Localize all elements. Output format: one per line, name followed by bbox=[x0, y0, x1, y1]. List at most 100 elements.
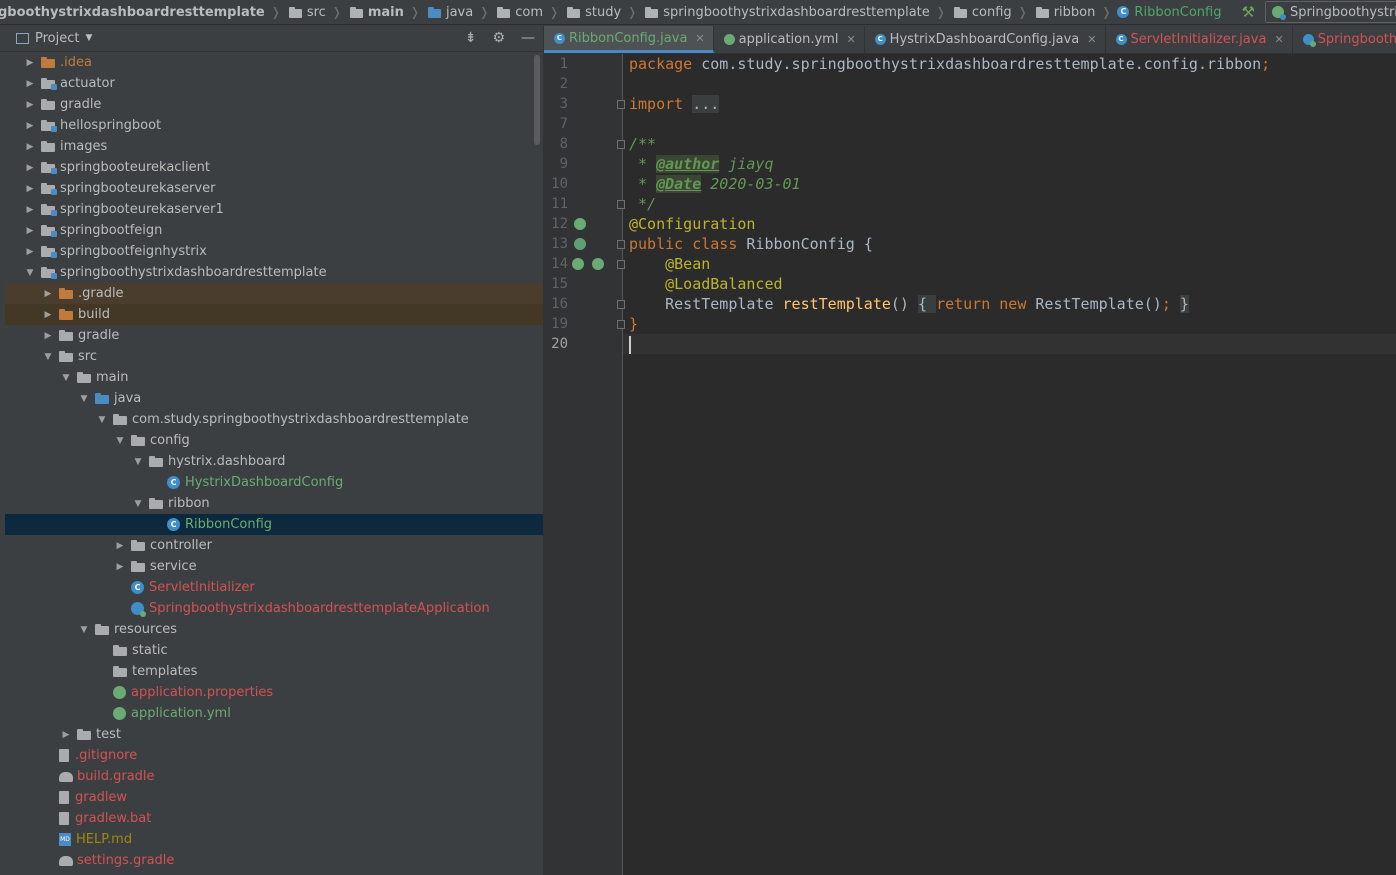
code-line[interactable]: public class RibbonConfig { bbox=[629, 234, 1396, 254]
collapsed-arrow-icon[interactable]: ▶ bbox=[23, 247, 37, 257]
expanded-arrow-icon[interactable]: ▼ bbox=[41, 352, 55, 362]
collapsed-arrow-icon[interactable]: ▶ bbox=[59, 730, 73, 740]
gear-icon[interactable]: ⚙ bbox=[492, 30, 505, 46]
expanded-arrow-icon[interactable]: ▼ bbox=[77, 625, 91, 635]
tree-item[interactable]: gradlew.bat bbox=[5, 808, 543, 829]
tree-item[interactable]: templates bbox=[5, 661, 543, 682]
fold-toggle-icon[interactable] bbox=[617, 300, 625, 309]
tree-item[interactable]: ▼ config bbox=[5, 430, 543, 451]
collapsed-arrow-icon[interactable]: ▶ bbox=[41, 310, 55, 320]
tree-item[interactable]: ▶ images bbox=[5, 136, 543, 157]
expanded-arrow-icon[interactable]: ▼ bbox=[113, 436, 127, 446]
tree-item[interactable]: ▶ actuator bbox=[5, 73, 543, 94]
collapsed-arrow-icon[interactable]: ▶ bbox=[23, 205, 37, 215]
expanded-arrow-icon[interactable]: ▼ bbox=[77, 394, 91, 404]
collapsed-arrow-icon[interactable]: ▶ bbox=[41, 331, 55, 341]
editor-tab[interactable]: C RibbonConfig.java ✕ bbox=[544, 26, 714, 53]
editor-tab[interactable]: application.yml ✕ bbox=[714, 26, 865, 53]
tree-item[interactable]: ▶ springbootfeignhystrix bbox=[5, 241, 543, 262]
fold-toggle-icon[interactable] bbox=[617, 200, 625, 209]
tree-item[interactable]: gradlew bbox=[5, 787, 543, 808]
code-line[interactable]: @Bean bbox=[629, 254, 1396, 274]
close-tab-icon[interactable]: ✕ bbox=[1087, 33, 1096, 46]
minimize-icon[interactable]: — bbox=[521, 30, 535, 46]
spring-bean-gutter-icon[interactable] bbox=[574, 218, 586, 230]
expanded-arrow-icon[interactable]: ▼ bbox=[131, 499, 145, 509]
tree-item[interactable]: ▼ java bbox=[5, 388, 543, 409]
code-line[interactable]: @Configuration bbox=[629, 214, 1396, 234]
tree-item[interactable]: application.properties bbox=[5, 682, 543, 703]
breadcrumb-item[interactable]: ❭ java bbox=[404, 0, 473, 24]
project-view-selector[interactable]: Project bbox=[35, 31, 79, 46]
tree-item[interactable]: ▼ hystrix.dashboard bbox=[5, 451, 543, 472]
expanded-arrow-icon[interactable]: ▼ bbox=[131, 457, 145, 467]
run-configuration-selector[interactable]: SpringboothystrixdashboardresttemplateAp… bbox=[1264, 1, 1396, 23]
breadcrumb-item[interactable]: ❭ config bbox=[930, 0, 1012, 24]
code-line[interactable]: } bbox=[629, 314, 1396, 334]
collapsed-arrow-icon[interactable]: ▶ bbox=[23, 184, 37, 194]
code-line[interactable]: RestTemplate restTemplate() { return new… bbox=[629, 294, 1396, 314]
tree-item[interactable]: C RibbonConfig bbox=[5, 514, 543, 535]
tree-item[interactable]: ▶ controller bbox=[5, 535, 543, 556]
tree-item[interactable]: MD HELP.md bbox=[5, 829, 543, 850]
close-tab-icon[interactable]: ✕ bbox=[846, 33, 855, 46]
collapsed-arrow-icon[interactable]: ▶ bbox=[113, 562, 127, 572]
tree-item[interactable]: ▶ .idea bbox=[5, 52, 543, 73]
tree-item[interactable]: ▶ test bbox=[5, 724, 543, 745]
editor-tab[interactable]: C ServletInitializer.java ✕ bbox=[1106, 26, 1293, 53]
tree-item[interactable]: ▼ src bbox=[5, 346, 543, 367]
close-tab-icon[interactable]: ✕ bbox=[695, 32, 704, 45]
collapsed-arrow-icon[interactable]: ▶ bbox=[23, 121, 37, 131]
collapsed-arrow-icon[interactable]: ▶ bbox=[113, 541, 127, 551]
expanded-arrow-icon[interactable]: ▼ bbox=[23, 268, 37, 278]
breadcrumb-item[interactable]: ❭ C RibbonConfig bbox=[1095, 0, 1221, 24]
breadcrumb-item[interactable]: ❭ main bbox=[326, 0, 404, 24]
code-line[interactable] bbox=[623, 334, 1396, 354]
tree-item[interactable]: ▶ springbooteurekaserver1 bbox=[5, 199, 543, 220]
tree-item[interactable]: ▶ build bbox=[5, 304, 543, 325]
tree-item[interactable]: build.gradle bbox=[5, 766, 543, 787]
tree-item[interactable]: C HystrixDashboardConfig bbox=[5, 472, 543, 493]
expanded-arrow-icon[interactable]: ▼ bbox=[95, 415, 109, 425]
tree-item[interactable]: ▶ gradle bbox=[5, 325, 543, 346]
breadcrumb-item[interactable]: ❭ study bbox=[543, 0, 621, 24]
fold-toggle-icon[interactable] bbox=[617, 260, 625, 269]
collapsed-arrow-icon[interactable]: ▶ bbox=[23, 226, 37, 236]
code-line[interactable]: import ... bbox=[629, 94, 1396, 114]
tree-item[interactable]: ▶ hellospringboot bbox=[5, 115, 543, 136]
editor-tab[interactable]: Springboothystrixdashbo bbox=[1293, 26, 1396, 53]
code-line[interactable]: * @Date 2020-03-01 bbox=[629, 174, 1396, 194]
tree-item[interactable]: ▼ com.study.springboothystrixdashboardres… bbox=[5, 409, 543, 430]
collapsed-arrow-icon[interactable]: ▶ bbox=[23, 100, 37, 110]
fold-toggle-icon[interactable] bbox=[617, 100, 625, 109]
editor-tab[interactable]: C HystrixDashboardConfig.java ✕ bbox=[865, 26, 1106, 53]
code-editor[interactable]: 1 2 3 7 8 9 10 11 12 13 14 15 16 19 20 package com.stu… bbox=[544, 54, 1396, 875]
collapsed-arrow-icon[interactable]: ▶ bbox=[23, 142, 37, 152]
code-line[interactable]: package com.study.springboothystrixdashb… bbox=[629, 54, 1396, 74]
tree-item[interactable]: ▶ service bbox=[5, 556, 543, 577]
collapse-all-icon[interactable]: ⇟ bbox=[465, 30, 477, 46]
fold-toggle-icon[interactable] bbox=[617, 240, 625, 249]
tree-item[interactable]: ▼ ribbon bbox=[5, 493, 543, 514]
breadcrumb-item[interactable]: gboothystrixdashboardresttemplate bbox=[0, 0, 265, 24]
breadcrumb-item[interactable]: ❭ springboothystrixdashboardresttemplate bbox=[621, 0, 930, 24]
spring-bean-gutter-icon[interactable] bbox=[592, 258, 604, 270]
code-line[interactable]: @LoadBalanced bbox=[629, 274, 1396, 294]
tree-item[interactable]: ▶ .gradle bbox=[5, 283, 543, 304]
code-line[interactable]: * @author jiayq bbox=[629, 154, 1396, 174]
tree-item[interactable]: ▼ main bbox=[5, 367, 543, 388]
navigate-gutter-icon[interactable] bbox=[572, 258, 584, 270]
project-scrollbar[interactable] bbox=[534, 55, 540, 145]
expanded-arrow-icon[interactable]: ▼ bbox=[59, 373, 73, 383]
breadcrumb-item[interactable]: ❭ com bbox=[473, 0, 543, 24]
tree-item[interactable]: ▶ gradle bbox=[5, 94, 543, 115]
code-line[interactable] bbox=[629, 114, 1396, 134]
tree-item[interactable]: C ServletInitializer bbox=[5, 577, 543, 598]
spring-bean-gutter-icon[interactable] bbox=[574, 238, 586, 250]
chevron-down-icon[interactable]: ▼ bbox=[85, 33, 92, 43]
collapsed-arrow-icon[interactable]: ▶ bbox=[23, 58, 37, 68]
fold-toggle-icon[interactable] bbox=[617, 320, 625, 329]
collapsed-arrow-icon[interactable]: ▶ bbox=[23, 163, 37, 173]
build-hammer-icon[interactable]: ⚒ bbox=[1241, 3, 1254, 21]
tree-item[interactable]: ▼ resources bbox=[5, 619, 543, 640]
